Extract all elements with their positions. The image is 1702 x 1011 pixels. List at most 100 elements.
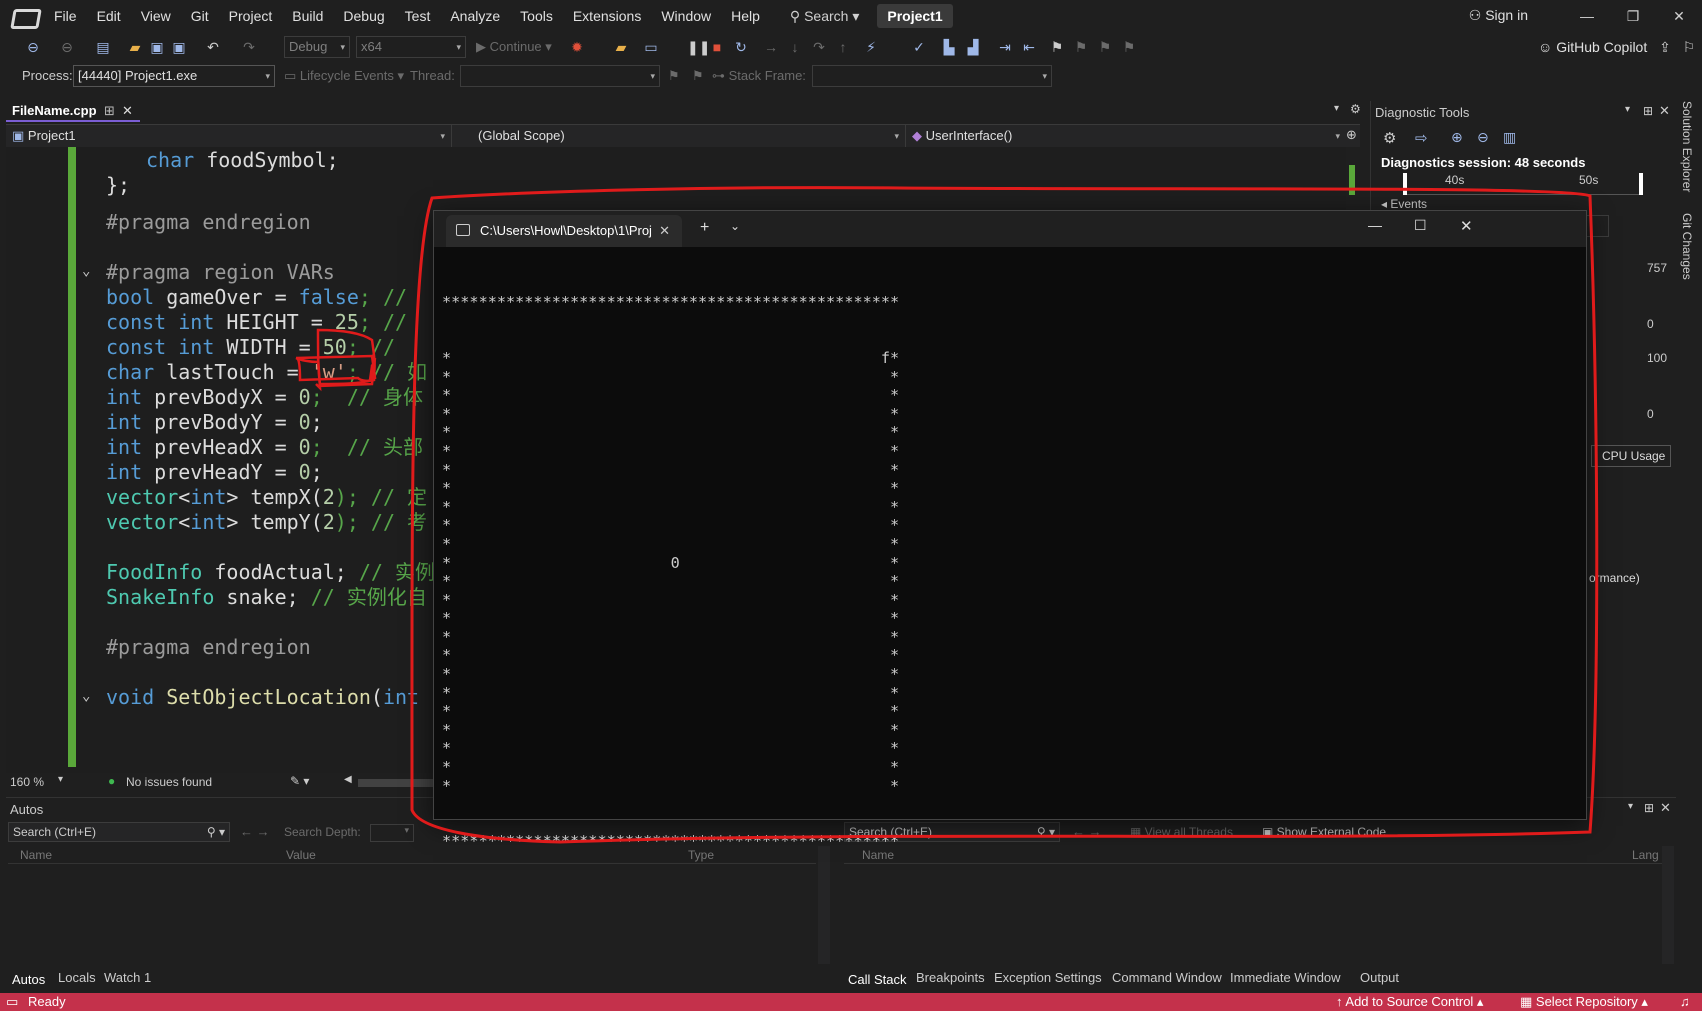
performance-link[interactable]: ormance) [1589, 571, 1640, 585]
new-tab-plus-icon[interactable]: + [700, 219, 709, 237]
comment-icon[interactable]: ▙ [940, 37, 958, 57]
menu-debug[interactable]: Debug [333, 0, 394, 32]
step-over-icon[interactable]: ↷ [810, 37, 828, 57]
menu-view[interactable]: View [131, 0, 181, 32]
col-name-header[interactable]: Name [20, 848, 52, 862]
add-to-source-control-button[interactable]: ↑ Add to Source Control ▴ [1336, 993, 1483, 1011]
panel-close-icon[interactable]: ✕ [1659, 103, 1670, 119]
tab-immediate-window[interactable]: Immediate Window [1224, 967, 1347, 989]
col-value-header[interactable]: Value [286, 848, 316, 862]
git-changes-tab[interactable]: Git Changes [1680, 213, 1694, 280]
panel-pin-icon[interactable]: ⊞ [1644, 801, 1654, 815]
nav-arrows-icon[interactable]: ← → [240, 824, 270, 839]
tab-exception-settings[interactable]: Exception Settings [988, 967, 1108, 989]
timeline-start-handle[interactable] [1403, 173, 1407, 195]
platform-select[interactable]: x64 ▾ [356, 36, 466, 58]
menu-edit[interactable]: Edit [87, 0, 131, 32]
forward-icon[interactable]: ⊖ [58, 37, 76, 57]
redo-icon[interactable]: ↷ [240, 37, 258, 57]
terminal-titlebar[interactable]: C:\Users\Howl\Desktop\1\Proj ✕ + ⌄ — ☐ ✕ [434, 211, 1586, 247]
notifications-bell-icon[interactable]: ♫ [1680, 993, 1690, 1011]
autos-search-input[interactable]: Search (Ctrl+E) ⚲ ▾ [8, 822, 230, 842]
diag-settings-gear-icon[interactable]: ⚙ [1383, 129, 1396, 147]
tab-overflow-icon[interactable]: ▾ [1334, 103, 1339, 114]
stack-frame-select[interactable]: ▾ [812, 65, 1052, 87]
tab-breakpoints[interactable]: Breakpoints [910, 967, 991, 989]
fold-chevron-icon[interactable]: ⌄ [82, 688, 90, 704]
github-copilot-button[interactable]: ☺ GitHub Copilot [1538, 37, 1647, 57]
nav-project-select[interactable]: ▣ Project1 ▾ [6, 125, 452, 147]
visual-studio-logo-icon[interactable] [12, 7, 34, 25]
continue-button[interactable]: ▶ Continue ▾ [476, 37, 552, 57]
panel-menu-icon[interactable]: ▾ [1628, 801, 1633, 812]
spellcheck-icon[interactable]: ✓ [910, 37, 928, 57]
terminal-tab[interactable]: C:\Users\Howl\Desktop\1\Proj ✕ [446, 215, 682, 247]
tab-output[interactable]: Output [1354, 967, 1405, 989]
show-next-statement-icon[interactable]: → [762, 37, 780, 57]
cleanup-brush-icon[interactable]: ✎ ▾ [290, 774, 309, 788]
new-item-icon[interactable]: ▤ [94, 37, 112, 57]
flag-thread-icon[interactable]: ⚑ [668, 67, 680, 85]
tab-dropdown-chevron-icon[interactable]: ⌄ [730, 219, 740, 233]
search-button[interactable]: ⚲ Search ▾ [780, 0, 869, 32]
next-bookmark-icon[interactable]: ⚑ [1096, 37, 1114, 57]
terminal-output[interactable]: ****************************************… [442, 256, 1582, 850]
col-lang-header[interactable]: Lang [1632, 848, 1659, 862]
session-timeline[interactable]: 40s 50s [1403, 173, 1643, 195]
uncomment-icon[interactable]: ▟ [964, 37, 982, 57]
tab-watch-1[interactable]: Watch 1 [98, 967, 157, 989]
callstack-vertical-scrollbar[interactable] [1662, 846, 1674, 964]
restart-icon[interactable]: ↻ [732, 37, 750, 57]
close-tab-icon[interactable]: ✕ [122, 101, 133, 120]
menu-help[interactable]: Help [721, 0, 770, 32]
feedback-icon[interactable]: ⚐ [1680, 37, 1698, 57]
tab-autos[interactable]: Autos [6, 967, 52, 989]
hot-reload-icon[interactable]: ✹ [568, 37, 586, 57]
zoom-in-icon[interactable]: ⊕ [1451, 129, 1463, 146]
terminal-maximize-button[interactable]: ☐ [1414, 217, 1427, 234]
tab-command-window[interactable]: Command Window [1106, 967, 1228, 989]
panel-close-icon[interactable]: ✕ [1660, 800, 1671, 816]
folder-icon[interactable]: ▰ [612, 37, 630, 57]
open-folder-icon[interactable]: ▰ [126, 37, 144, 57]
indent-icon[interactable]: ⇥ [996, 37, 1014, 57]
menu-file[interactable]: File [44, 0, 87, 32]
lifecycle-events-button[interactable]: ▭ Lifecycle Events ▾ [284, 67, 404, 85]
minimize-button[interactable]: — [1564, 0, 1610, 32]
menu-extensions[interactable]: Extensions [563, 0, 651, 32]
issues-status[interactable]: No issues found [126, 775, 212, 789]
panel-pin-icon[interactable]: ⊞ [1643, 104, 1653, 118]
fold-chevron-icon[interactable]: ⌄ [82, 263, 90, 279]
outdent-icon[interactable]: ⇤ [1020, 37, 1038, 57]
prev-bookmark-icon[interactable]: ⚑ [1072, 37, 1090, 57]
solution-explorer-tab[interactable]: Solution Explorer [1680, 101, 1694, 192]
thread-select[interactable]: ▾ [460, 65, 660, 87]
menu-git[interactable]: Git [181, 0, 219, 32]
tab-filename-cpp[interactable]: FileName.cpp ⊞ ✕ [6, 101, 140, 122]
breakpoint-group-icon[interactable]: ⚡ [862, 37, 880, 57]
save-all-icon[interactable]: ▣ [170, 37, 188, 57]
cpu-usage-tab[interactable]: CPU Usage [1591, 445, 1671, 467]
zoom-dropdown-icon[interactable]: ▾ [58, 774, 63, 785]
menu-window[interactable]: Window [651, 0, 721, 32]
search-icon[interactable]: ⚲ ▾ [207, 823, 225, 841]
close-window-button[interactable]: ✕ [1656, 0, 1702, 32]
search-depth-select[interactable]: ▾ [370, 824, 414, 842]
pause-icon[interactable]: ❚❚ [687, 37, 710, 57]
back-icon[interactable]: ⊖ [24, 37, 42, 57]
terminal-window[interactable]: C:\Users\Howl\Desktop\1\Proj ✕ + ⌄ — ☐ ✕… [433, 210, 1587, 850]
bookmark-icon[interactable]: ⚑ [1048, 37, 1066, 57]
nav-member-select[interactable]: ◆ UserInterface() ▾ [906, 125, 1346, 147]
save-icon[interactable]: ▣ [148, 37, 166, 57]
split-editor-icon[interactable]: ⊕ [1346, 127, 1357, 143]
sign-in-button[interactable]: ⚇ Sign in [1469, 0, 1528, 30]
layout-icon[interactable]: ▭ [642, 37, 660, 57]
tab-call-stack[interactable]: Call Stack [842, 967, 913, 989]
diag-export-icon[interactable]: ⇨ [1415, 129, 1428, 147]
step-out-icon[interactable]: ↑ [834, 37, 852, 57]
nav-scope-select[interactable]: (Global Scope) ▾ [466, 125, 906, 147]
clear-bookmarks-icon[interactable]: ⚑ [1120, 37, 1138, 57]
configuration-select[interactable]: Debug ▾ [284, 36, 350, 58]
menu-tools[interactable]: Tools [510, 0, 563, 32]
scroll-left-icon[interactable]: ◀ [344, 774, 352, 785]
